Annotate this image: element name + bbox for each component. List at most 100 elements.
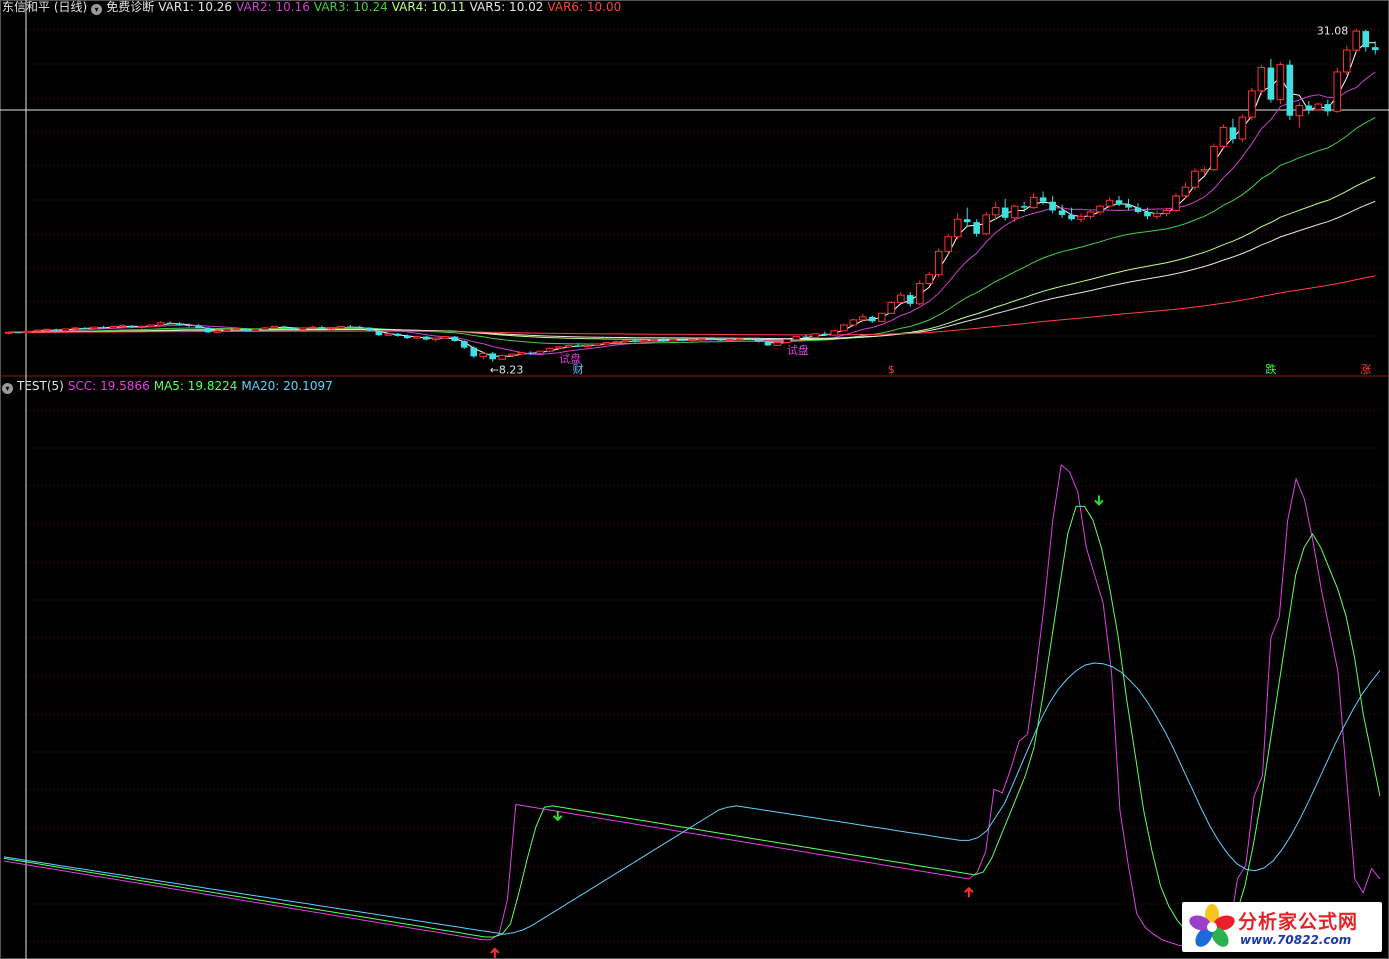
candle-body [887,301,896,314]
candle-body [1286,64,1294,116]
ma-line-var4 [8,176,1376,341]
candle-body [185,324,193,326]
candle-body [1352,30,1361,51]
candle-body [498,355,507,360]
candle-body [195,325,202,328]
candle-body [1362,31,1370,48]
candle-body [290,327,297,330]
candle-body [1058,210,1066,215]
candle-body [366,327,373,331]
candle-body [347,326,354,328]
candle-body [830,330,839,336]
indicator-name[interactable]: TEST(5) [17,379,64,393]
chart-canvas[interactable]: 31.08←8.23试盘试盘财 $ 跌涨 [0,0,1389,959]
candle-body [147,324,155,327]
candle-body [849,319,858,326]
candle-body [1077,215,1085,220]
collapse-icon[interactable]: ▾ [2,383,13,394]
candle-body [204,327,212,333]
logo-url: www.70822.com [1240,933,1352,947]
candle-body [858,316,867,321]
candle-body [1200,169,1209,172]
candle-body [697,338,706,341]
candle-body [308,326,317,329]
candle-body [156,322,165,326]
candle-body [270,325,279,329]
candle-body [384,333,393,336]
candle-body [745,338,753,340]
candle-body [33,329,42,332]
candle-body [1153,212,1161,217]
flower-logo-icon [1189,904,1235,947]
candle-body [299,327,307,330]
candle-body [100,327,107,329]
candle-body [1276,64,1285,101]
candle-body [318,327,326,329]
candle-body [1096,205,1104,213]
candle-body [877,312,886,322]
price-var-1: VAR2: 10.16 [236,0,310,14]
price-var-2: VAR3: 10.24 [313,0,388,14]
candle-body [621,339,630,343]
candle-body [868,316,876,322]
ma-line-var5 [8,200,1376,340]
candle-body [1210,145,1218,171]
sell-arrow-icon [1094,495,1104,506]
candle-body [602,341,611,345]
candle-body [707,338,715,340]
candle-body [982,214,991,235]
candle-body [1248,90,1256,118]
candle-body [650,339,658,342]
buy-arrow-icon [964,886,974,898]
candle-body [991,207,1000,216]
watermark-logo: 分析家公式网 www.70822.com [1182,902,1382,952]
indicator-line-ma5 [3,505,1381,943]
candle-body [906,295,914,304]
stock-name[interactable]: 东信和平 (日线) [2,0,87,14]
candle-body [223,328,231,332]
diag-link[interactable]: 免费诊断 [106,0,154,14]
candle-body [1010,205,1019,219]
candle-body [669,339,677,342]
candle-body [811,333,820,338]
candle-body [81,327,88,329]
candle-body [1257,67,1266,92]
event-marker: $ [888,363,895,376]
candle-body [802,336,810,338]
collapse-icon[interactable]: ▾ [91,4,103,15]
candle-body [137,325,146,328]
candle-body [1115,200,1123,205]
indicator-var-list: SCC: 19.5866 MA5: 19.8224 MA20: 20.1097 [68,379,337,393]
candle-body [61,328,70,332]
candle-body [1181,186,1190,197]
candle-body [896,294,905,303]
candle-body [593,343,601,346]
candle-body [764,341,772,346]
price-panel-header: 东信和平 (日线) ▾ 免费诊断 VAR1: 10.26 VAR2: 10.16 VAR3… [2,0,629,15]
candle-body [1144,211,1151,217]
candle-body [953,218,962,238]
candle-body [688,339,696,342]
candle-body [90,326,98,330]
candle-body [327,327,336,330]
candle-body [1068,214,1075,220]
candle-body [915,282,924,305]
candle-body [507,353,516,357]
candle-body [679,339,686,341]
candle-body [23,330,32,334]
candle-body [1238,116,1247,140]
event-marker: 财 [573,362,584,376]
candle-body [42,328,51,331]
candle-body [1029,196,1038,209]
candle-body [944,236,953,252]
candle-body [479,352,488,357]
candle-body [735,338,744,341]
buy-arrow-icon [490,947,500,958]
candle-body [166,322,174,324]
candle-body [1267,67,1275,100]
candle-body [660,339,667,342]
candle-body [1086,211,1095,217]
candle-body [1172,195,1180,212]
candle-body [726,339,734,342]
candle-body [242,328,250,331]
